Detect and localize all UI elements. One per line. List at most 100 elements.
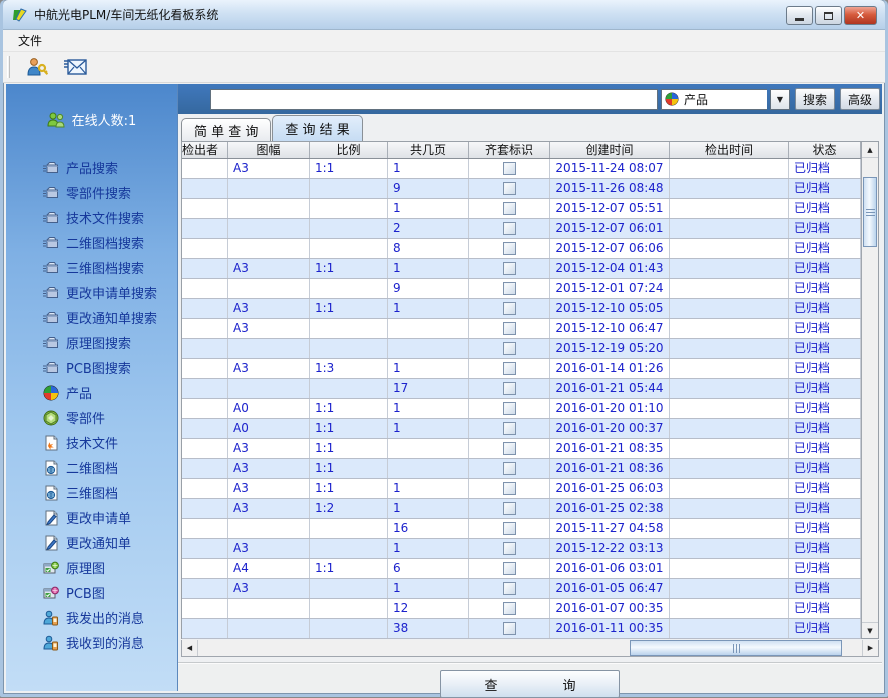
title-bar[interactable]: 中航光电PLM/车间无纸化看板系统 ✕ bbox=[3, 0, 885, 30]
kit-flag-checkbox[interactable] bbox=[503, 542, 516, 555]
sidebar-item-change-request-search[interactable]: 更改申请单搜索 bbox=[6, 280, 177, 305]
table-row[interactable]: A31:312016-01-14 01:26已归档 bbox=[182, 359, 861, 379]
table-row[interactable]: A312016-01-05 06:47已归档 bbox=[182, 579, 861, 599]
kit-flag-checkbox[interactable] bbox=[503, 522, 516, 535]
tab-query-result[interactable]: 查 询 结 果 bbox=[272, 115, 362, 141]
table-row[interactable]: 122016-01-07 00:35已归档 bbox=[182, 599, 861, 619]
kit-flag-checkbox[interactable] bbox=[503, 262, 516, 275]
sidebar-item-pcb[interactable]: PCB图 bbox=[6, 580, 177, 605]
table-row[interactable]: A01:112016-01-20 01:10已归档 bbox=[182, 399, 861, 419]
sidebar-item-drawing2d-search[interactable]: 二维图档搜索 bbox=[6, 230, 177, 255]
table-row[interactable]: A01:112016-01-20 00:37已归档 bbox=[182, 419, 861, 439]
column-header[interactable]: 齐套标识 bbox=[469, 142, 550, 158]
kit-flag-checkbox[interactable] bbox=[503, 302, 516, 315]
column-header[interactable]: 共几页 bbox=[388, 142, 469, 158]
search-button[interactable]: 搜索 bbox=[795, 88, 835, 110]
scroll-up-button[interactable]: ▲ bbox=[862, 142, 878, 158]
close-button[interactable]: ✕ bbox=[844, 6, 877, 25]
vertical-scrollbar[interactable]: ▲ ▼ bbox=[861, 142, 878, 638]
sidebar-item-part-search[interactable]: 零部件搜索 bbox=[6, 180, 177, 205]
table-row[interactable]: A312015-12-22 03:13已归档 bbox=[182, 539, 861, 559]
sidebar-item-schematic-search[interactable]: 原理图搜索 bbox=[6, 330, 177, 355]
kit-flag-checkbox[interactable] bbox=[503, 182, 516, 195]
kit-flag-checkbox[interactable] bbox=[503, 382, 516, 395]
advanced-button[interactable]: 高级 bbox=[840, 88, 880, 110]
table-row[interactable]: A41:162016-01-06 03:01已归档 bbox=[182, 559, 861, 579]
kit-flag-checkbox[interactable] bbox=[503, 442, 516, 455]
kit-flag-checkbox[interactable] bbox=[503, 482, 516, 495]
kit-flag-checkbox[interactable] bbox=[503, 322, 516, 335]
kit-flag-checkbox[interactable] bbox=[503, 362, 516, 375]
kit-flag-checkbox[interactable] bbox=[503, 342, 516, 355]
query-button[interactable]: 查 询 bbox=[440, 670, 620, 698]
kit-flag-checkbox[interactable] bbox=[503, 162, 516, 175]
column-header[interactable]: 检出时间 bbox=[670, 142, 789, 158]
table-row[interactable]: A31:112015-12-10 05:05已归档 bbox=[182, 299, 861, 319]
kit-flag-checkbox[interactable] bbox=[503, 402, 516, 415]
column-header[interactable]: 比例 bbox=[310, 142, 388, 158]
table-row[interactable]: A31:212016-01-25 02:38已归档 bbox=[182, 499, 861, 519]
column-header[interactable]: 检出者 bbox=[182, 142, 228, 158]
kit-flag-checkbox[interactable] bbox=[503, 202, 516, 215]
kit-flag-checkbox[interactable] bbox=[503, 422, 516, 435]
table-row[interactable]: 92015-11-26 08:48已归档 bbox=[182, 179, 861, 199]
table-row[interactable]: A31:112015-12-04 01:43已归档 bbox=[182, 259, 861, 279]
table-row[interactable]: A31:112016-01-25 06:03已归档 bbox=[182, 479, 861, 499]
kit-flag-checkbox[interactable] bbox=[503, 242, 516, 255]
user-login-button[interactable] bbox=[22, 54, 52, 80]
message-button[interactable] bbox=[60, 54, 90, 80]
sidebar-item-messages-received[interactable]: 我收到的消息 bbox=[6, 630, 177, 655]
sidebar-item-drawing3d-search[interactable]: 三维图档搜索 bbox=[6, 255, 177, 280]
kit-flag-checkbox[interactable] bbox=[503, 462, 516, 475]
search-type-dropdown-button[interactable]: ▼ bbox=[770, 89, 790, 110]
horizontal-scrollbar[interactable]: ◀ ▶ bbox=[181, 640, 879, 657]
kit-flag-checkbox[interactable] bbox=[503, 582, 516, 595]
kit-flag-checkbox[interactable] bbox=[503, 622, 516, 635]
table-row[interactable]: A32015-12-10 06:47已归档 bbox=[182, 319, 861, 339]
kit-flag-checkbox[interactable] bbox=[503, 602, 516, 615]
sidebar-item-drawing3d[interactable]: 三维图档 bbox=[6, 480, 177, 505]
vertical-scroll-thumb[interactable] bbox=[863, 177, 877, 247]
search-input[interactable] bbox=[210, 89, 658, 110]
sidebar-item-drawing2d[interactable]: 二维图档 bbox=[6, 455, 177, 480]
table-row[interactable]: 92015-12-01 07:24已归档 bbox=[182, 279, 861, 299]
sidebar-item-tech-file[interactable]: 技术文件 bbox=[6, 430, 177, 455]
sidebar-item-change-request[interactable]: 更改申请单 bbox=[6, 505, 177, 530]
scroll-down-button[interactable]: ▼ bbox=[862, 622, 878, 638]
table-row[interactable]: 2015-12-19 05:20已归档 bbox=[182, 339, 861, 359]
maximize-button[interactable] bbox=[815, 6, 842, 25]
table-row[interactable]: 12015-12-07 05:51已归档 bbox=[182, 199, 861, 219]
sidebar-item-change-notice[interactable]: 更改通知单 bbox=[6, 530, 177, 555]
table-row[interactable]: A31:12016-01-21 08:36已归档 bbox=[182, 459, 861, 479]
kit-flag-checkbox[interactable] bbox=[503, 222, 516, 235]
menu-file[interactable]: 文件 bbox=[12, 30, 48, 51]
sidebar-item-messages-sent[interactable]: 我发出的消息 bbox=[6, 605, 177, 630]
horizontal-scroll-track[interactable] bbox=[198, 640, 862, 656]
sidebar-item-product-search[interactable]: 产品搜索 bbox=[6, 155, 177, 180]
table-row[interactable]: 172016-01-21 05:44已归档 bbox=[182, 379, 861, 399]
kit-flag-checkbox[interactable] bbox=[503, 502, 516, 515]
scroll-right-button[interactable]: ▶ bbox=[862, 640, 878, 656]
horizontal-scroll-thumb[interactable] bbox=[630, 640, 842, 656]
table-row[interactable]: 82015-12-07 06:06已归档 bbox=[182, 239, 861, 259]
search-type-select[interactable]: 产品 bbox=[661, 89, 767, 110]
minimize-button[interactable] bbox=[786, 6, 813, 25]
kit-flag-checkbox[interactable] bbox=[503, 562, 516, 575]
column-header[interactable]: 图幅 bbox=[228, 142, 310, 158]
sidebar-item-schematic[interactable]: 原理图 bbox=[6, 555, 177, 580]
tab-simple-query[interactable]: 简 单 查 询 bbox=[181, 118, 271, 141]
sidebar-item-part[interactable]: 零部件 bbox=[6, 405, 177, 430]
table-row[interactable]: A31:12016-01-21 08:35已归档 bbox=[182, 439, 861, 459]
kit-flag-checkbox[interactable] bbox=[503, 282, 516, 295]
table-row[interactable]: 22015-12-07 06:01已归档 bbox=[182, 219, 861, 239]
column-header[interactable]: 状态 bbox=[789, 142, 861, 158]
column-header[interactable]: 创建时间 bbox=[550, 142, 670, 158]
sidebar-item-product[interactable]: 产品 bbox=[6, 380, 177, 405]
scroll-left-button[interactable]: ◀ bbox=[182, 640, 198, 656]
sidebar-item-tech-file-search[interactable]: 技术文件搜索 bbox=[6, 205, 177, 230]
sidebar-item-pcb-search[interactable]: PCB图搜索 bbox=[6, 355, 177, 380]
table-row[interactable]: A31:112015-11-24 08:07已归档 bbox=[182, 159, 861, 179]
table-row[interactable]: 162015-11-27 04:58已归档 bbox=[182, 519, 861, 539]
table-row[interactable]: 382016-01-11 00:35已归档 bbox=[182, 619, 861, 639]
sidebar-item-change-notice-search[interactable]: 更改通知单搜索 bbox=[6, 305, 177, 330]
